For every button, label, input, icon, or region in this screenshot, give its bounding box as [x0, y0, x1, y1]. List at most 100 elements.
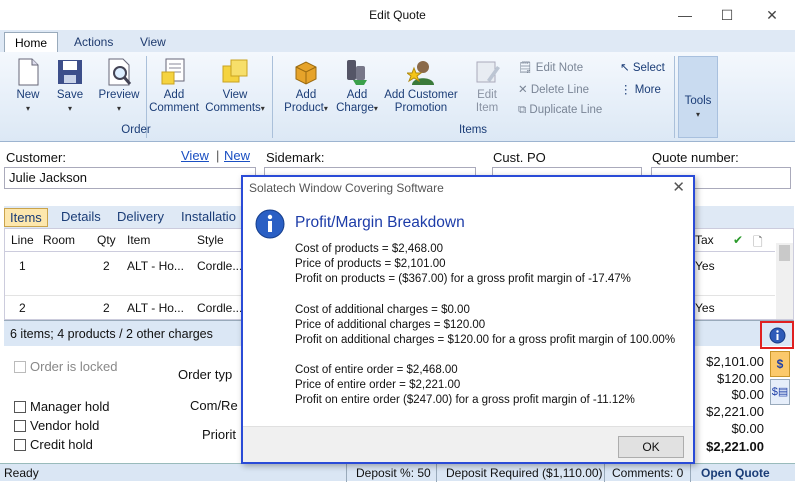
row-item: ALT - Ho... — [127, 259, 184, 273]
dialog-close-button[interactable]: ✕ — [672, 178, 685, 196]
sticky-notes-icon — [221, 58, 249, 86]
column-header-style[interactable]: Style — [197, 233, 224, 247]
dialog-footer: OK — [243, 426, 693, 462]
credit-hold-label: Credit hold — [30, 437, 93, 452]
scrollbar-thumb[interactable] — [779, 245, 790, 261]
cursor-icon: ↖ — [620, 62, 633, 74]
tab-items[interactable]: Items — [4, 208, 48, 227]
amount-value: $120.00 — [717, 371, 764, 386]
more-button[interactable]: ⋮ More — [620, 82, 661, 96]
breakdown-line: Profit on additional charges = $120.00 f… — [295, 334, 676, 346]
row-style: Cordle... — [197, 259, 243, 273]
column-header-qty[interactable]: Qty — [97, 233, 116, 247]
duplicate-line-button[interactable]: ⧉ Duplicate Line — [518, 104, 602, 117]
credit-hold-checkbox[interactable] — [14, 439, 26, 451]
status-separator — [690, 464, 691, 482]
more-dots-icon: ⋮ — [620, 84, 635, 96]
edit-note-button[interactable]: 🗒 Edit Note — [518, 60, 583, 74]
close-button[interactable]: ✕ — [757, 4, 787, 26]
group-items-label: Items — [458, 124, 488, 136]
column-header-line[interactable]: Line — [11, 233, 34, 247]
delete-icon: ✕ — [518, 84, 531, 96]
profit-margin-dialog: Solatech Window Covering Software ✕ Prof… — [241, 175, 695, 464]
price-document-icon[interactable]: $▤ — [770, 379, 790, 405]
amount-value: $2,221.00 — [706, 404, 764, 419]
coins-charge-icon — [343, 58, 371, 86]
comments-count: Comments: 0 — [612, 466, 684, 480]
save-button[interactable]: Save ▾ — [52, 58, 88, 115]
tab-actions[interactable]: Actions — [64, 32, 123, 52]
row-item: ALT - Ho... — [127, 301, 184, 315]
vendor-hold-checkbox[interactable] — [14, 420, 26, 432]
amount-value: $0.00 — [731, 387, 764, 402]
status-bar: Ready Deposit %: 50 Deposit Required ($1… — [0, 463, 795, 482]
row-style: Cordle... — [197, 301, 243, 315]
status-separator — [436, 464, 437, 482]
customer-label: Customer: — [6, 150, 66, 165]
new-button[interactable]: New ▾ — [10, 58, 46, 115]
manager-hold-label: Manager hold — [30, 399, 110, 414]
breakdown-line: Price of entire order = $2,221.00 — [295, 379, 461, 391]
tools-button[interactable]: Tools ▾ — [678, 56, 718, 138]
column-header-room[interactable]: Room — [43, 233, 75, 247]
view-comments-button[interactable]: View Comments▾ — [202, 58, 268, 115]
new-customer-link[interactable]: New — [224, 148, 250, 163]
row-tax: Yes — [695, 301, 715, 315]
status-separator — [604, 464, 605, 482]
breakdown-line: Profit on entire order ($247.00) for a g… — [295, 394, 635, 406]
status-separator — [346, 464, 347, 482]
delete-line-button[interactable]: ✕ Delete Line — [518, 82, 589, 96]
ribbon-tabs: Home Actions View — [0, 30, 795, 52]
vendor-hold-label: Vendor hold — [30, 418, 100, 433]
tab-details[interactable]: Details — [56, 208, 106, 225]
row-line: 1 — [19, 259, 26, 273]
order-locked-checkbox[interactable] — [14, 361, 26, 373]
row-qty: 2 — [103, 259, 110, 273]
info-icon — [255, 209, 285, 239]
product-box-icon — [292, 58, 320, 86]
tab-view[interactable]: View — [130, 32, 176, 52]
status-ready: Ready — [4, 466, 39, 480]
preview-button[interactable]: Preview ▾ — [96, 58, 142, 115]
add-comment-button[interactable]: Add Comment — [148, 58, 200, 115]
amount-value: $2,101.00 — [706, 354, 764, 369]
view-customer-link[interactable]: View — [181, 148, 209, 163]
column-header-tax[interactable]: Tax — [695, 233, 714, 247]
preview-magnifier-icon — [105, 58, 133, 86]
title-bar: Edit Quote — ☐ ✕ — [0, 0, 795, 30]
breakdown-line: Price of products = $2,101.00 — [295, 258, 446, 270]
ok-button[interactable]: OK — [618, 436, 684, 458]
order-locked-label: Order is locked — [30, 359, 118, 374]
dollar-icon[interactable]: $ — [770, 351, 790, 377]
info-button[interactable] — [760, 321, 794, 349]
tab-home[interactable]: Home — [4, 32, 59, 52]
row-line: 2 — [19, 301, 26, 315]
order-type-label: Order typ — [178, 367, 233, 382]
add-charge-button[interactable]: Add Charge▾ — [332, 58, 382, 115]
add-product-button[interactable]: Add Product▾ — [280, 58, 332, 115]
dialog-title: Solatech Window Covering Software — [249, 181, 444, 195]
column-header-item[interactable]: Item — [127, 233, 150, 247]
vertical-scrollbar[interactable] — [776, 243, 793, 319]
minimize-button[interactable]: — — [670, 4, 700, 26]
com-res-label: Com/Re — [190, 398, 238, 413]
manager-hold-checkbox[interactable] — [14, 401, 26, 413]
tab-delivery[interactable]: Delivery — [112, 208, 169, 225]
total-amount: $2,221.00 — [706, 439, 764, 454]
breakdown-line: Price of additional charges = $120.00 — [295, 319, 486, 331]
link-divider: | — [216, 148, 220, 163]
deposit-percent: Deposit %: 50 — [356, 466, 431, 480]
tab-installation[interactable]: Installatio — [176, 208, 241, 225]
row-tax: Yes — [695, 259, 715, 273]
add-customer-promotion-button[interactable]: Add Customer Promotion — [382, 58, 460, 115]
customer-field[interactable]: Julie Jackson — [4, 167, 256, 189]
select-button[interactable]: ↖ Select — [620, 60, 665, 74]
priority-label: Priorit — [202, 427, 236, 442]
customer-star-icon — [405, 58, 435, 86]
breakdown-line: Cost of entire order = $2,468.00 — [295, 364, 458, 376]
amount-value: $0.00 — [731, 421, 764, 436]
breakdown-line: Cost of products = $2,468.00 — [295, 243, 444, 255]
maximize-button[interactable]: ☐ — [712, 4, 742, 26]
edit-item-button[interactable]: Edit Item — [464, 58, 510, 115]
checkmark-icon: ✔ — [733, 233, 744, 247]
